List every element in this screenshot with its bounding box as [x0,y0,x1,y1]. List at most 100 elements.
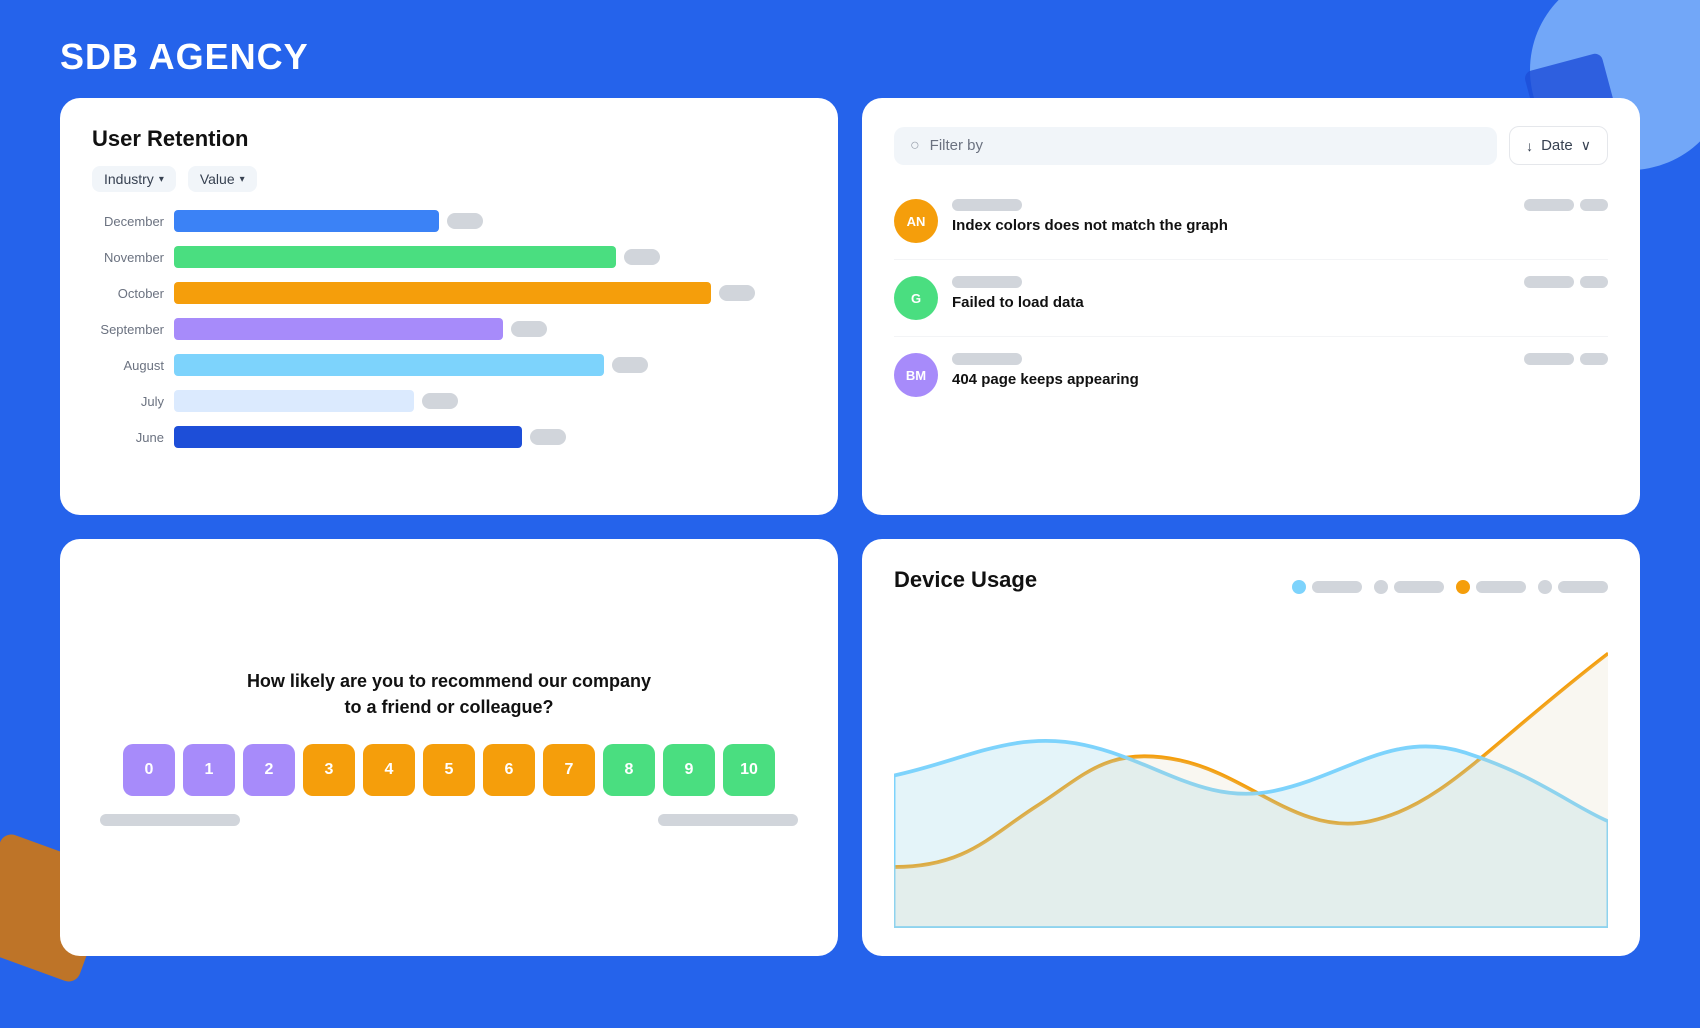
bar [174,390,414,412]
issue-title: 404 page keeps appearing [952,371,1608,388]
nps-footer-right [658,814,798,826]
nps-footer-left [100,814,240,826]
nps-score-button[interactable]: 5 [423,744,475,796]
search-placeholder: Filter by [930,137,983,154]
chart-area [894,623,1608,928]
nps-score-button[interactable]: 2 [243,744,295,796]
issue-item[interactable]: AN Index colors does not match the graph [894,183,1608,260]
bar-row: October [92,282,806,304]
issue-meta-pills [1524,353,1608,365]
issue-name-pill [952,276,1022,288]
bar-label: October [92,286,164,301]
issue-name-pill [952,199,1022,211]
legend-item [1374,580,1444,594]
issue-content: Failed to load data [952,276,1608,311]
issues-header: ○ Filter by ↓ Date ∨ [894,126,1608,165]
issue-meta-top [952,276,1608,288]
issue-item[interactable]: G Failed to load data [894,260,1608,337]
bar-track [174,210,806,232]
bar-pill [422,393,458,409]
legend-label [1394,581,1444,593]
meta-pill-sm [1580,353,1608,365]
bar-pill [530,429,566,445]
bar [174,246,616,268]
meta-pill [1524,276,1574,288]
issue-title: Failed to load data [952,294,1608,311]
legend-label [1476,581,1526,593]
meta-pill-sm [1580,276,1608,288]
bar-label: September [92,322,164,337]
device-title: Device Usage [894,567,1037,593]
sort-icon: ↓ [1526,138,1533,154]
bar-track [174,318,806,340]
bar-pill [612,357,648,373]
bar-track [174,390,806,412]
nps-footer [92,814,806,826]
logo: SDB AGENCY [60,36,1640,78]
bar-row: July [92,390,806,412]
bar-label: August [92,358,164,373]
value-filter[interactable]: Value ▾ [188,166,257,192]
chevron-down-icon: ▾ [240,174,245,185]
device-header: Device Usage [894,567,1608,607]
chevron-down-icon: ∨ [1581,137,1591,154]
bar-track [174,246,806,268]
nps-score-button[interactable]: 6 [483,744,535,796]
avatar: G [894,276,938,320]
bar-track [174,426,806,448]
retention-card: User Retention Industry ▾ Value ▾ Decemb… [60,98,838,515]
issue-item[interactable]: BM 404 page keeps appearing [894,337,1608,413]
issues-card: ○ Filter by ↓ Date ∨ AN Index colors doe… [862,98,1640,515]
legend-label [1558,581,1608,593]
industry-filter[interactable]: Industry ▾ [92,166,176,192]
nps-scale: 012345678910 [123,744,775,796]
nps-score-button[interactable]: 0 [123,744,175,796]
legend-dot [1456,580,1470,594]
legend [1292,580,1608,594]
legend-dot [1538,580,1552,594]
avatar: BM [894,353,938,397]
bar-chart: December November October September Augu… [92,210,806,448]
bar-label: November [92,250,164,265]
bar-row: November [92,246,806,268]
bar-label: July [92,394,164,409]
nps-score-button[interactable]: 4 [363,744,415,796]
device-card: Device Usage [862,539,1640,956]
date-filter-button[interactable]: ↓ Date ∨ [1509,126,1608,165]
meta-pill [1524,199,1574,211]
nps-score-button[interactable]: 9 [663,744,715,796]
nps-card: How likely are you to recommend our comp… [60,539,838,956]
issues-list: AN Index colors does not match the graph… [894,183,1608,413]
legend-item [1456,580,1526,594]
bar-track [174,282,806,304]
bar-row: June [92,426,806,448]
nps-score-button[interactable]: 1 [183,744,235,796]
bar [174,318,503,340]
search-box[interactable]: ○ Filter by [894,127,1497,165]
bar-pill [447,213,483,229]
filter-row: Industry ▾ Value ▾ [92,166,806,192]
bar-row: December [92,210,806,232]
legend-item [1292,580,1362,594]
header: SDB AGENCY [0,0,1700,98]
device-chart [894,623,1608,928]
legend-label [1312,581,1362,593]
issue-meta-top [952,353,1608,365]
bar-label: June [92,430,164,445]
nps-score-button[interactable]: 10 [723,744,775,796]
nps-score-button[interactable]: 8 [603,744,655,796]
bar [174,426,522,448]
main-grid: User Retention Industry ▾ Value ▾ Decemb… [0,98,1700,996]
avatar: AN [894,199,938,243]
nps-score-button[interactable]: 7 [543,744,595,796]
bar-row: August [92,354,806,376]
legend-item [1538,580,1608,594]
bar-label: December [92,214,164,229]
bar-pill [624,249,660,265]
issue-meta-pills [1524,276,1608,288]
nps-score-button[interactable]: 3 [303,744,355,796]
bar-track [174,354,806,376]
meta-pill [1524,353,1574,365]
bar [174,354,604,376]
issue-content: 404 page keeps appearing [952,353,1608,388]
